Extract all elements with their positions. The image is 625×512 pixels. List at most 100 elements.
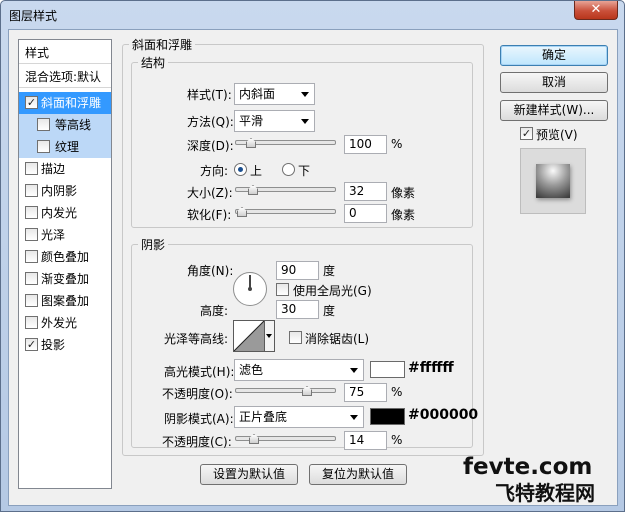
shadow-opacity-label: 不透明度(C): <box>162 435 232 449</box>
stroke-label: 描边 <box>41 162 66 176</box>
highlight-opacity-label: 不透明度(O): <box>162 387 233 401</box>
preview-checkbox[interactable]: ✓ <box>520 127 533 140</box>
soften-slider-thumb[interactable] <box>237 207 247 217</box>
color-overlay-label: 颜色叠加 <box>41 250 90 264</box>
direction-label: 方向: <box>200 164 229 178</box>
list-item-contour[interactable]: 等高线 <box>19 114 111 136</box>
list-item-texture[interactable]: 纹理 <box>19 136 111 158</box>
soften-slider[interactable] <box>235 207 336 217</box>
blending-options-label: 混合选项:默认 <box>25 70 102 84</box>
reset-default-button[interactable]: 复位为默认值 <box>309 464 407 485</box>
depth-unit: % <box>391 137 403 151</box>
list-item-satin[interactable]: 光泽 <box>19 224 111 246</box>
shadow-mode-label: 阴影模式(A): <box>164 412 234 426</box>
new-style-button[interactable]: 新建样式(W)... <box>500 100 608 121</box>
highlight-opacity-input[interactable]: 75 <box>344 383 387 402</box>
highlight-color-swatch[interactable] <box>370 361 405 378</box>
angle-unit: 度 <box>323 264 336 278</box>
list-item-pattern-overlay[interactable]: 图案叠加 <box>19 290 111 312</box>
highlight-opacity-thumb[interactable] <box>302 386 312 396</box>
ok-button[interactable]: 确定 <box>500 45 608 66</box>
technique-label: 方法(Q): <box>187 115 234 129</box>
global-light-checkbox[interactable] <box>276 283 289 296</box>
gloss-contour-dropdown[interactable] <box>265 320 275 352</box>
depth-slider-thumb[interactable] <box>246 138 256 148</box>
color-overlay-checkbox[interactable] <box>25 250 38 263</box>
shadow-opacity-slider[interactable] <box>235 434 336 444</box>
drop-shadow-label: 投影 <box>41 338 66 352</box>
shadow-mode-select[interactable]: 正片叠底 <box>234 406 364 428</box>
size-unit: 像素 <box>391 186 416 200</box>
shadow-opacity-input[interactable]: 14 <box>344 431 387 450</box>
bevel-emboss-checkbox[interactable]: ✓ <box>25 96 38 109</box>
highlight-mode-select[interactable]: 滤色 <box>234 359 364 381</box>
size-input[interactable]: 32 <box>344 182 387 201</box>
global-light-label: 使用全局光(G) <box>293 284 372 298</box>
soften-unit: 像素 <box>391 208 416 222</box>
window-title: 图层样式 <box>9 9 58 23</box>
technique-select[interactable]: 平滑 <box>234 110 315 132</box>
angle-input[interactable]: 90 <box>276 261 319 280</box>
style-preview-thumbnail <box>520 148 586 214</box>
title-bar[interactable]: 图层样式 ✕ <box>1 1 624 28</box>
gloss-contour-picker[interactable] <box>233 320 265 352</box>
list-header-label: 样式 <box>25 46 50 60</box>
list-item-inner-shadow[interactable]: 内阴影 <box>19 180 111 202</box>
bevel-emboss-title: 斜面和浮雕 <box>132 38 193 52</box>
soften-input[interactable]: 0 <box>344 204 387 223</box>
outer-glow-checkbox[interactable] <box>25 316 38 329</box>
list-item-blending-options[interactable]: 混合选项:默认 <box>19 66 111 88</box>
highlight-opacity-slider[interactable] <box>235 386 336 396</box>
watermark-site-name: 飞特教程网 <box>495 481 595 505</box>
make-default-button[interactable]: 设置为默认值 <box>200 464 298 485</box>
shadow-opacity-thumb[interactable] <box>249 434 259 444</box>
list-item-color-overlay[interactable]: 颜色叠加 <box>19 246 111 268</box>
direction-down-label: 下 <box>298 164 311 178</box>
stroke-checkbox[interactable] <box>25 162 38 175</box>
technique-select-value: 平滑 <box>239 114 264 128</box>
shadow-color-swatch[interactable] <box>370 408 405 425</box>
altitude-input[interactable]: 30 <box>276 300 319 319</box>
highlight-mode-value: 滤色 <box>239 363 264 377</box>
inner-glow-checkbox[interactable] <box>25 206 38 219</box>
direction-up-radio[interactable] <box>234 163 247 176</box>
anti-aliased-label: 消除锯齿(L) <box>305 332 370 346</box>
list-item-drop-shadow[interactable]: ✓ 投影 <box>19 334 111 356</box>
shading-title: 阴影 <box>141 238 166 252</box>
drop-shadow-checkbox[interactable]: ✓ <box>25 338 38 351</box>
angle-dial-center <box>248 287 252 291</box>
direction-down-radio[interactable] <box>282 163 295 176</box>
depth-input[interactable]: 100 <box>344 135 387 154</box>
list-item-bevel-emboss[interactable]: ✓ 斜面和浮雕 <box>19 92 111 114</box>
depth-slider[interactable] <box>235 138 336 148</box>
cancel-button[interactable]: 取消 <box>500 72 608 93</box>
chevron-down-icon <box>350 415 358 420</box>
satin-checkbox[interactable] <box>25 228 38 241</box>
gradient-overlay-checkbox[interactable] <box>25 272 38 285</box>
texture-label: 纹理 <box>55 140 80 154</box>
anti-aliased-checkbox[interactable] <box>289 331 302 344</box>
highlight-opacity-unit: % <box>391 385 403 399</box>
chevron-down-icon <box>301 92 309 97</box>
contour-label: 等高线 <box>55 118 92 132</box>
contour-preview-icon <box>233 320 265 352</box>
inner-shadow-checkbox[interactable] <box>25 184 38 197</box>
list-item-stroke[interactable]: 描边 <box>19 158 111 180</box>
pattern-overlay-checkbox[interactable] <box>25 294 38 307</box>
list-item-gradient-overlay[interactable]: 渐变叠加 <box>19 268 111 290</box>
size-slider[interactable] <box>235 185 336 195</box>
list-item-inner-glow[interactable]: 内发光 <box>19 202 111 224</box>
style-select[interactable]: 内斜面 <box>234 83 315 105</box>
size-label: 大小(Z): <box>187 186 233 200</box>
list-header-styles[interactable]: 样式 <box>19 42 111 64</box>
angle-dial[interactable] <box>233 272 267 306</box>
preview-swatch <box>536 164 570 198</box>
size-slider-thumb[interactable] <box>248 185 258 195</box>
close-button[interactable]: ✕ <box>574 1 618 20</box>
angle-label: 角度(N): <box>187 264 234 278</box>
style-select-value: 内斜面 <box>239 87 276 101</box>
contour-checkbox[interactable] <box>37 118 50 131</box>
texture-checkbox[interactable] <box>37 140 50 153</box>
highlight-color-hex: #ffffff <box>408 360 454 376</box>
list-item-outer-glow[interactable]: 外发光 <box>19 312 111 334</box>
